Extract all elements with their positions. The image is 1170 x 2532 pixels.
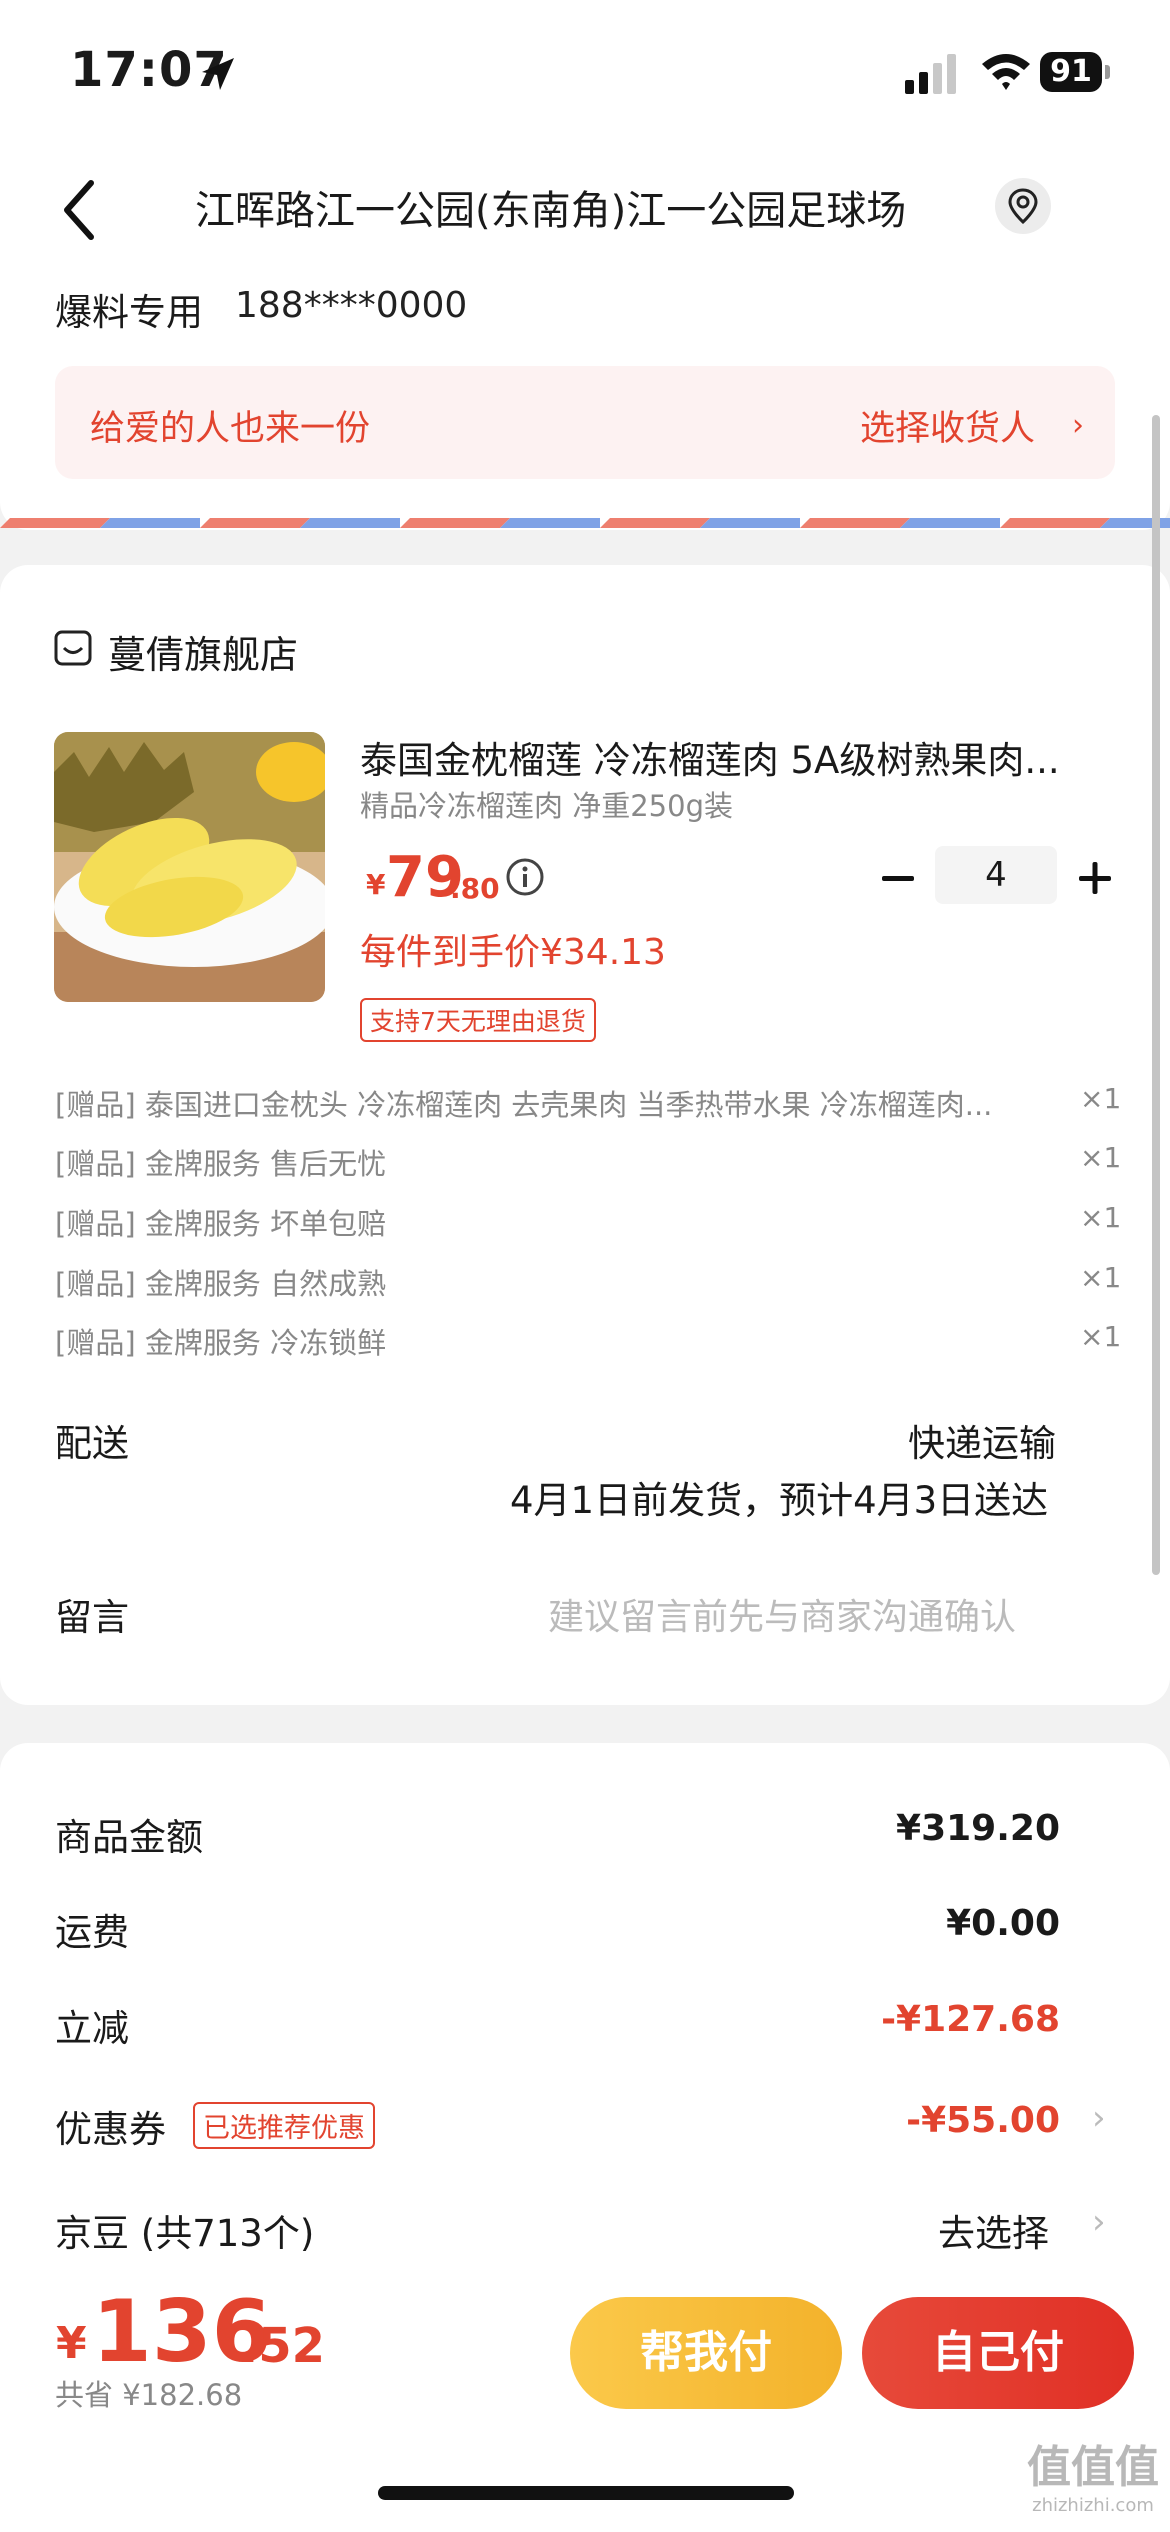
- discount-label: 立减: [55, 2007, 129, 2050]
- gift-item: [赠品] 泰国进口金枕头 冷冻榴莲肉 去壳果肉 当季热带水果 冷冻榴莲肉...: [55, 1088, 993, 1122]
- battery-icon: 91: [1040, 52, 1110, 92]
- product-title[interactable]: 泰国金枕榴莲 冷冻榴莲肉 5A级树熟果肉...: [360, 730, 1060, 784]
- pay-myself-button[interactable]: 自己付: [862, 2297, 1134, 2409]
- battery-level: 91: [1040, 52, 1102, 92]
- gift-item: [赠品] 金牌服务 自然成熟: [55, 1267, 387, 1301]
- info-icon[interactable]: [505, 857, 545, 897]
- gift-qty: ×1: [1080, 1261, 1122, 1294]
- location-pin-icon: [1008, 188, 1038, 225]
- location-arrow-icon: [202, 58, 234, 90]
- shipping-method[interactable]: 快递运输: [908, 1413, 1056, 1467]
- scrollbar[interactable]: [1152, 415, 1160, 1575]
- return-policy-badge: 支持7天无理由退货: [360, 998, 596, 1042]
- gift-item: [赠品] 金牌服务 坏单包赔: [55, 1207, 387, 1241]
- price-decimal: .80: [450, 872, 500, 905]
- watermark-url: zhizhizhi.com: [1032, 2495, 1154, 2516]
- total-saved: 共省 ¥182.68: [55, 2378, 243, 2412]
- quantity-field[interactable]: 4: [935, 846, 1057, 904]
- goods-amount-value: ¥319.20: [896, 1808, 1060, 1849]
- delivery-address[interactable]: 江晖路江一公园(东南角)江一公园足球场: [195, 178, 906, 236]
- coupon-value[interactable]: -¥55.00: [700, 2100, 1060, 2141]
- gift-banner-text: 给爱的人也来一份: [90, 409, 371, 449]
- gift-qty: ×1: [1080, 1082, 1122, 1115]
- gift-qty: ×1: [1080, 1201, 1122, 1234]
- gift-qty: ×1: [1080, 1320, 1122, 1353]
- unit-final-price: 每件到手价¥34.13: [360, 932, 666, 973]
- goods-amount-label: 商品金额: [55, 1816, 203, 1859]
- store-icon: [54, 630, 92, 666]
- freight-label: 运费: [55, 1911, 129, 1954]
- product-spec[interactable]: 精品冷冻榴莲肉 净重250g装: [360, 783, 733, 825]
- chevron-right-icon: ›: [1072, 408, 1084, 443]
- shipping-label: 配送: [55, 1422, 129, 1465]
- contact-phone: 188****0000: [235, 285, 468, 326]
- chevron-right-icon[interactable]: ›: [1092, 2202, 1106, 2242]
- gift-item: [赠品] 金牌服务 售后无忧: [55, 1147, 387, 1181]
- contact-name: 爆料专用: [55, 291, 203, 334]
- gift-qty: ×1: [1080, 1141, 1122, 1174]
- price-currency: ¥: [366, 868, 386, 901]
- jd-beans-select[interactable]: 去选择: [938, 2203, 1049, 2257]
- help-me-pay-button[interactable]: 帮我付: [570, 2297, 842, 2409]
- gift-item: [赠品] 金牌服务 冷冻锁鲜: [55, 1326, 387, 1360]
- cellular-signal-icon: [905, 54, 956, 94]
- increase-quantity-button[interactable]: [1075, 858, 1115, 898]
- watermark-logo: 值值值: [1027, 2442, 1159, 2493]
- back-chevron-icon[interactable]: [55, 175, 105, 245]
- decrease-quantity-button[interactable]: [878, 858, 918, 898]
- total-decimal: .52: [240, 2318, 326, 2374]
- wifi-icon: [982, 54, 1030, 90]
- message-label: 留言: [55, 1596, 129, 1639]
- coupon-recommended-badge: 已选推荐优惠: [193, 2102, 375, 2149]
- site-watermark: 值值值 zhizhizhi.com: [1018, 2440, 1168, 2530]
- home-indicator[interactable]: [378, 2486, 794, 2500]
- jd-beans-label[interactable]: 京豆 (共713个): [55, 2203, 314, 2257]
- total-currency: ¥: [56, 2318, 87, 2369]
- discount-value: -¥127.68: [881, 1999, 1060, 2040]
- shipping-date: 4月1日前发货，预计4月3日送达: [510, 1479, 1049, 1522]
- location-pin-button[interactable]: [995, 178, 1051, 234]
- product-image[interactable]: [54, 732, 325, 1002]
- airmail-stripe-divider: [0, 518, 1170, 528]
- message-input[interactable]: 建议留言前先与商家沟通确认: [548, 1588, 1016, 1640]
- freight-value: ¥0.00: [946, 1903, 1060, 1944]
- store-name[interactable]: 蔓倩旗舰店: [108, 624, 298, 679]
- select-recipient-link[interactable]: 选择收货人: [860, 400, 1035, 451]
- chevron-right-icon[interactable]: ›: [1092, 2098, 1106, 2138]
- coupon-label[interactable]: 优惠券: [55, 2099, 166, 2153]
